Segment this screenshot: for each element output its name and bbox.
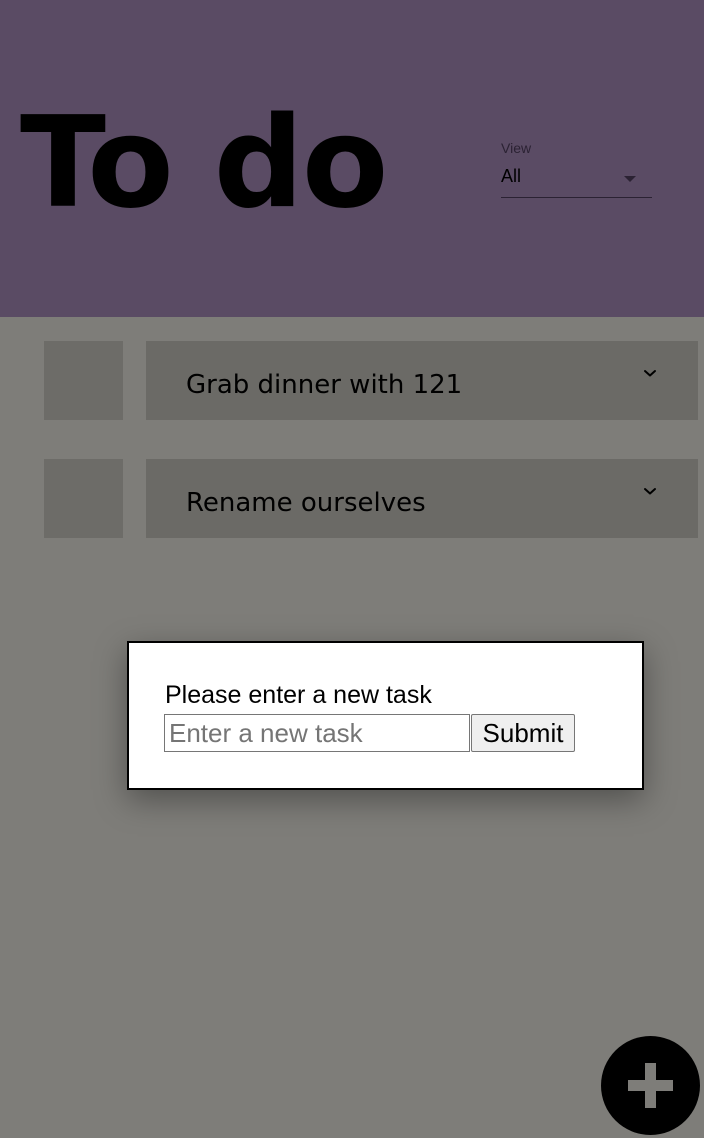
task-card[interactable]: Rename ourselves xyxy=(146,459,698,538)
task-card[interactable]: Grab dinner with 121 xyxy=(146,341,698,420)
plus-icon xyxy=(628,1063,673,1108)
dropdown-arrow-icon xyxy=(624,176,636,182)
new-task-dialog: Please enter a new task Submit xyxy=(127,641,644,790)
task-checkbox[interactable] xyxy=(44,341,123,420)
add-task-button[interactable] xyxy=(601,1036,700,1135)
view-select-value: All xyxy=(501,166,522,186)
header: To do View All xyxy=(0,0,704,317)
task-text: Grab dinner with 121 xyxy=(186,370,463,400)
view-select-label: View xyxy=(501,140,532,156)
new-task-input[interactable] xyxy=(164,714,470,752)
task-row: Grab dinner with 121 xyxy=(44,341,698,420)
submit-button[interactable]: Submit xyxy=(471,714,575,752)
new-task-prompt: Please enter a new task xyxy=(165,681,432,709)
chevron-down-icon[interactable] xyxy=(642,483,658,499)
chevron-down-icon[interactable] xyxy=(642,365,658,381)
task-row: Rename ourselves xyxy=(44,459,698,538)
view-select-underline xyxy=(501,197,652,198)
view-select[interactable]: View All xyxy=(501,138,652,199)
page-title: To do xyxy=(20,89,388,236)
task-checkbox[interactable] xyxy=(44,459,123,538)
task-text: Rename ourselves xyxy=(186,488,426,518)
